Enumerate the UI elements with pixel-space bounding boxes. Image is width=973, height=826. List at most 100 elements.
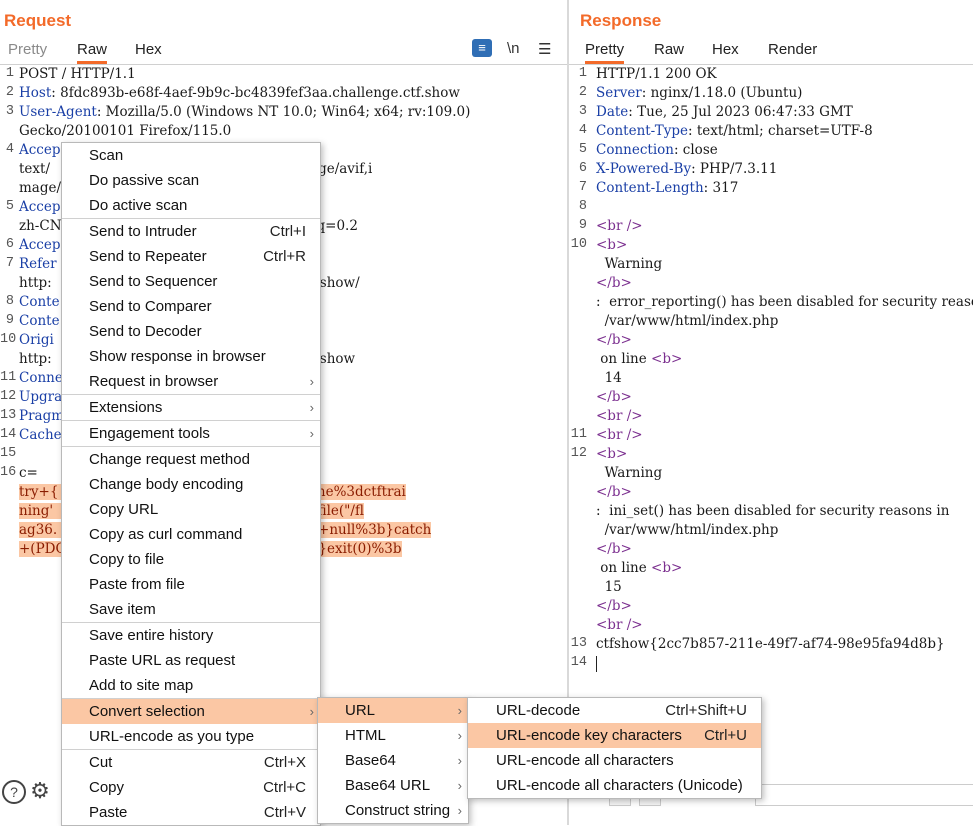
header-name: Host bbox=[19, 85, 52, 101]
tab-render[interactable]: Render bbox=[768, 41, 817, 58]
menu-item-label: Copy bbox=[89, 779, 125, 796]
help-icon[interactable]: ? bbox=[2, 780, 26, 804]
menu-item-label: Send to Decoder bbox=[89, 323, 202, 340]
tab-pretty[interactable]: Pretty bbox=[585, 41, 625, 64]
search-input-ghost bbox=[755, 784, 973, 806]
chevron-right-icon: › bbox=[457, 803, 462, 818]
menu-item-save-item[interactable]: Save item bbox=[62, 597, 320, 622]
line-number: 11 bbox=[0, 370, 17, 385]
menu-item-base64-url[interactable]: Base64 URL › bbox=[318, 773, 468, 798]
menu-item-cut[interactable]: Cut Ctrl+X bbox=[62, 749, 320, 775]
code-text: c= bbox=[19, 465, 38, 481]
menu-item-label: Change request method bbox=[89, 451, 250, 468]
tab-pretty[interactable]: Pretty bbox=[8, 41, 47, 58]
menu-item-label: URL-decode bbox=[496, 702, 581, 719]
code-line: </b> bbox=[596, 598, 632, 614]
tab-raw[interactable]: Raw bbox=[654, 41, 684, 58]
code-line: ctfshow{2cc7b857-211e-49f7-af74-98e95fa9… bbox=[596, 636, 945, 652]
line-number: 8 bbox=[578, 199, 587, 214]
menu-item-label: Show response in browser bbox=[89, 348, 266, 365]
line-number: 3 bbox=[578, 104, 587, 119]
code-text: text/ bbox=[19, 161, 51, 177]
line-number: 2 bbox=[5, 85, 14, 100]
menu-item-html[interactable]: HTML › bbox=[318, 723, 468, 748]
menu-item-engagement-tools[interactable]: Engagement tools › bbox=[62, 420, 320, 446]
menu-item-request-in-browser[interactable]: Request in browser › bbox=[62, 369, 320, 394]
menu-item-copy[interactable]: Copy Ctrl+C bbox=[62, 775, 320, 800]
html-tag: <b> bbox=[651, 560, 683, 576]
menu-item-label: URL bbox=[345, 702, 376, 719]
header-name: Cache bbox=[19, 427, 62, 443]
menu-item-url-encode-all-characters-unicode[interactable]: URL-encode all characters (Unicode) bbox=[468, 773, 761, 798]
tab-hex[interactable]: Hex bbox=[712, 41, 739, 58]
tab-raw[interactable]: Raw bbox=[77, 41, 108, 64]
code-text: try+{ bbox=[19, 484, 59, 500]
menu-icon[interactable]: ☰ bbox=[538, 40, 551, 58]
tab-hex[interactable]: Hex bbox=[135, 41, 162, 58]
code-text: http: bbox=[19, 275, 52, 291]
line-number: 12 bbox=[0, 389, 17, 404]
menu-shortcut: Ctrl+C bbox=[263, 779, 306, 796]
line-number: 4 bbox=[578, 123, 587, 138]
menu-item-url-encode-key-characters[interactable]: URL-encode key characters Ctrl+U bbox=[468, 723, 761, 748]
menu-item-send-to-sequencer[interactable]: Send to Sequencer bbox=[62, 269, 320, 294]
menu-item-construct-string[interactable]: Construct string › bbox=[318, 798, 468, 823]
code-line: <br /> bbox=[596, 617, 643, 633]
line-number: 2 bbox=[578, 85, 587, 100]
line-number: 14 bbox=[0, 427, 17, 442]
menu-item-change-body-encoding[interactable]: Change body encoding bbox=[62, 472, 320, 497]
menu-item-copy-as-curl-command[interactable]: Copy as curl command bbox=[62, 522, 320, 547]
code-line: Upgra bbox=[19, 389, 62, 405]
code-line: c= bbox=[19, 465, 38, 481]
wrap-icon[interactable]: ≡ bbox=[472, 39, 492, 57]
code-text: 15 bbox=[596, 579, 622, 595]
menu-item-copy-url[interactable]: Copy URL bbox=[62, 497, 320, 522]
menu-item-label: Copy to file bbox=[89, 551, 165, 568]
code-line: </b> bbox=[596, 389, 632, 405]
newline-icon[interactable]: \n bbox=[507, 40, 520, 57]
menu-item-paste-url-as-request[interactable]: Paste URL as request bbox=[62, 648, 320, 673]
menu-item-send-to-comparer[interactable]: Send to Comparer bbox=[62, 294, 320, 319]
chevron-right-icon: › bbox=[309, 426, 314, 441]
response-title: Response bbox=[580, 11, 662, 30]
menu-item-add-to-site-map[interactable]: Add to site map bbox=[62, 673, 320, 698]
code-text: HTTP/1.1 200 OK bbox=[596, 66, 717, 82]
menu-item-paste[interactable]: Paste Ctrl+V bbox=[62, 800, 320, 825]
chevron-right-icon: › bbox=[309, 704, 314, 719]
menu-item-send-to-repeater[interactable]: Send to Repeater Ctrl+R bbox=[62, 244, 320, 269]
code-line: Accep bbox=[19, 142, 61, 158]
menu-item-paste-from-file[interactable]: Paste from file bbox=[62, 572, 320, 597]
menu-item-url-encode-all-characters[interactable]: URL-encode all characters bbox=[468, 748, 761, 773]
chevron-right-icon: › bbox=[457, 703, 462, 718]
menu-item-url-encode-as-you-type[interactable]: URL-encode as you type bbox=[62, 724, 320, 749]
menu-item-copy-to-file[interactable]: Copy to file bbox=[62, 547, 320, 572]
code-line: Date: Tue, 25 Jul 2023 06:47:33 GMT bbox=[596, 104, 853, 120]
menu-item-base64[interactable]: Base64 › bbox=[318, 748, 468, 773]
code-text: +(PDO bbox=[19, 541, 67, 557]
request-tabs: Pretty Raw Hex ≡ \n ☰ bbox=[0, 36, 567, 65]
menu-item-convert-selection[interactable]: Convert selection › bbox=[62, 698, 320, 724]
header-name: X-Powered-By bbox=[596, 161, 692, 177]
menu-item-show-response-in-browser[interactable]: Show response in browser bbox=[62, 344, 320, 369]
html-tag: </b> bbox=[596, 389, 632, 405]
menu-item-label: Send to Repeater bbox=[89, 248, 207, 265]
menu-item-change-request-method[interactable]: Change request method bbox=[62, 446, 320, 472]
header-name: Accep bbox=[19, 237, 61, 253]
code-line: Refer bbox=[19, 256, 57, 272]
line-number: 5 bbox=[5, 199, 14, 214]
menu-item-do-passive-scan[interactable]: Do passive scan bbox=[62, 168, 320, 193]
menu-item-label: Change body encoding bbox=[89, 476, 244, 493]
menu-item-do-active-scan[interactable]: Do active scan bbox=[62, 193, 320, 218]
code-text: : error_reporting() has been disabled fo… bbox=[596, 294, 973, 310]
menu-item-scan[interactable]: Scan bbox=[62, 143, 320, 168]
line-number: 6 bbox=[5, 237, 14, 252]
gear-icon[interactable]: ⚙ bbox=[30, 780, 50, 802]
menu-item-url[interactable]: URL › bbox=[318, 698, 468, 723]
menu-item-send-to-intruder[interactable]: Send to Intruder Ctrl+I bbox=[62, 218, 320, 244]
header-name: Conte bbox=[19, 294, 60, 310]
menu-item-save-entire-history[interactable]: Save entire history bbox=[62, 622, 320, 648]
menu-item-extensions[interactable]: Extensions › bbox=[62, 394, 320, 420]
menu-item-url-decode[interactable]: URL-decode Ctrl+Shift+U bbox=[468, 698, 761, 723]
code-text: : close bbox=[673, 142, 718, 158]
menu-item-send-to-decoder[interactable]: Send to Decoder bbox=[62, 319, 320, 344]
